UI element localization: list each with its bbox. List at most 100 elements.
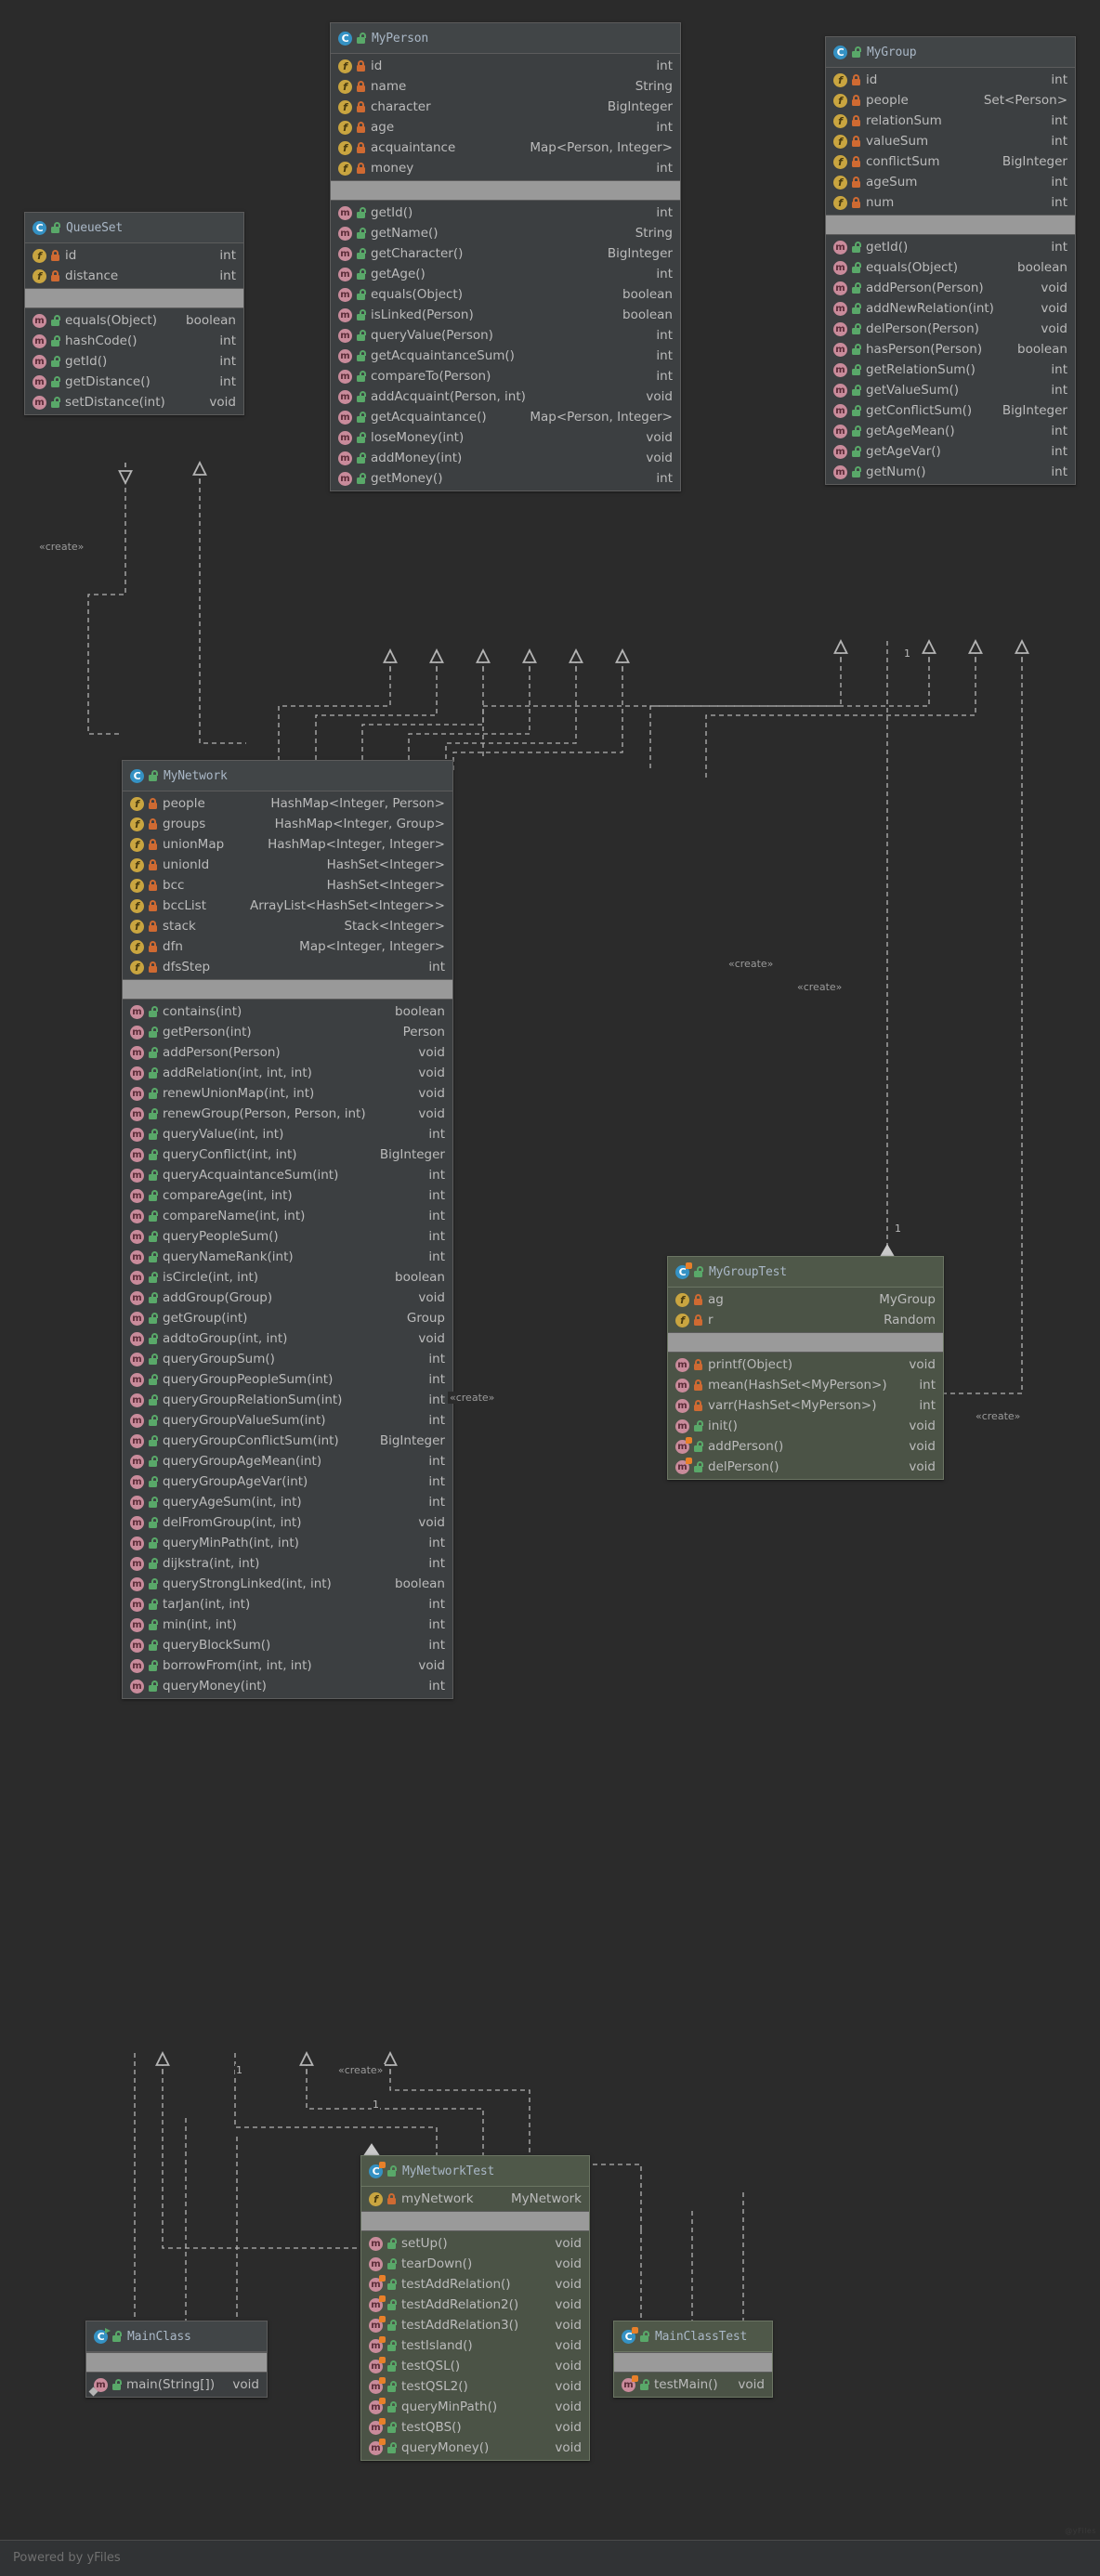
class-header[interactable]: C MainClass: [86, 2321, 267, 2352]
field-row[interactable]: f acquaintance Map<Person, Integer>: [331, 137, 680, 158]
method-row[interactable]: m testAddRelation3() void: [361, 2315, 589, 2335]
class-header[interactable]: C MyGroupTest: [668, 1257, 943, 1288]
method-row[interactable]: m testMain() void: [614, 2374, 772, 2395]
method-row[interactable]: m delFromGroup(int, int) void: [123, 1512, 452, 1533]
class-box-mynetwork[interactable]: C MyNetwork f people HashMap<Integer, Person…: [122, 760, 453, 1699]
method-row[interactable]: m getMoney() int: [331, 468, 680, 489]
field-row[interactable]: f people HashMap<Integer, Person>: [123, 793, 452, 814]
method-row[interactable]: m getAgeVar() int: [826, 441, 1075, 462]
method-row[interactable]: m queryBlockSum() int: [123, 1635, 452, 1655]
field-row[interactable]: f age int: [331, 117, 680, 137]
field-row[interactable]: f num int: [826, 192, 1075, 213]
class-box-queueset[interactable]: C QueueSet f id int f distance int m equals(Objec…: [24, 212, 244, 415]
method-row[interactable]: m addPerson(Person) void: [826, 278, 1075, 298]
method-row[interactable]: m queryNameRank(int) int: [123, 1247, 452, 1267]
method-row[interactable]: m queryGroupSum() int: [123, 1349, 452, 1369]
method-row[interactable]: m renewGroup(Person, Person, int) void: [123, 1104, 452, 1124]
method-row[interactable]: m delPerson() void: [668, 1457, 943, 1477]
method-row[interactable]: m queryAcquaintanceSum(int) int: [123, 1165, 452, 1185]
method-row[interactable]: m queryMinPath(int, int) int: [123, 1533, 452, 1553]
field-row[interactable]: f valueSum int: [826, 131, 1075, 151]
method-row[interactable]: m testIsland() void: [361, 2335, 589, 2356]
class-box-mainclass[interactable]: C MainClass m main(String[]) void: [85, 2321, 268, 2398]
method-row[interactable]: m compareAge(int, int) int: [123, 1185, 452, 1206]
method-row[interactable]: m getCharacter() BigInteger: [331, 243, 680, 264]
method-row[interactable]: m equals(Object) boolean: [826, 257, 1075, 278]
method-row[interactable]: m equals(Object) boolean: [25, 310, 243, 331]
class-header[interactable]: C QueueSet: [25, 213, 243, 243]
method-row[interactable]: m testAddRelation2() void: [361, 2295, 589, 2315]
method-row[interactable]: m testQBS() void: [361, 2417, 589, 2438]
field-row[interactable]: f unionMap HashMap<Integer, Integer>: [123, 834, 452, 855]
method-row[interactable]: m hashCode() int: [25, 331, 243, 351]
method-row[interactable]: m getPerson(int) Person: [123, 1022, 452, 1042]
method-row[interactable]: m queryGroupRelationSum(int) int: [123, 1390, 452, 1410]
method-row[interactable]: m getNum() int: [826, 462, 1075, 482]
method-row[interactable]: m getRelationSum() int: [826, 360, 1075, 380]
method-row[interactable]: m compareName(int, int) int: [123, 1206, 452, 1226]
class-header[interactable]: C MainClassTest: [614, 2321, 772, 2352]
class-box-mynetworktest[interactable]: C MyNetworkTest f myNetwork MyNetwork m setUp(…: [360, 2155, 590, 2461]
method-row[interactable]: m queryValue(int, int) int: [123, 1124, 452, 1144]
method-row[interactable]: m getId() int: [826, 237, 1075, 257]
method-row[interactable]: m mean(HashSet<MyPerson>) int: [668, 1375, 943, 1395]
field-row[interactable]: f dfsStep int: [123, 957, 452, 977]
method-row[interactable]: m getGroup(int) Group: [123, 1308, 452, 1328]
method-row[interactable]: m main(String[]) void: [86, 2374, 267, 2395]
method-row[interactable]: m addNewRelation(int) void: [826, 298, 1075, 319]
method-row[interactable]: m equals(Object) boolean: [331, 284, 680, 305]
method-row[interactable]: m addGroup(Group) void: [123, 1288, 452, 1308]
method-row[interactable]: m queryGroupConflictSum(int) BigInteger: [123, 1431, 452, 1451]
class-header[interactable]: C MyPerson: [331, 23, 680, 54]
method-row[interactable]: m addAcquaint(Person, int) void: [331, 386, 680, 407]
method-row[interactable]: m setUp() void: [361, 2233, 589, 2254]
field-row[interactable]: f groups HashMap<Integer, Group>: [123, 814, 452, 834]
class-box-mygroup[interactable]: C MyGroup f id int f people Set<Person> f relatio…: [825, 36, 1076, 485]
class-header[interactable]: C MyNetworkTest: [361, 2156, 589, 2187]
field-row[interactable]: f conflictSum BigInteger: [826, 151, 1075, 172]
method-row[interactable]: m loseMoney(int) void: [331, 427, 680, 448]
method-row[interactable]: m addMoney(int) void: [331, 448, 680, 468]
method-row[interactable]: m varr(HashSet<MyPerson>) int: [668, 1395, 943, 1416]
field-row[interactable]: f character BigInteger: [331, 97, 680, 117]
class-header[interactable]: C MyGroup: [826, 37, 1075, 68]
method-row[interactable]: m addPerson() void: [668, 1436, 943, 1457]
class-header[interactable]: C MyNetwork: [123, 761, 452, 791]
method-row[interactable]: m testQSL2() void: [361, 2376, 589, 2397]
field-row[interactable]: f id int: [331, 56, 680, 76]
method-row[interactable]: m queryMoney(int) int: [123, 1676, 452, 1696]
field-row[interactable]: f unionId HashSet<Integer>: [123, 855, 452, 875]
field-row[interactable]: f stack Stack<Integer>: [123, 916, 452, 936]
method-row[interactable]: m queryGroupAgeVar(int) int: [123, 1471, 452, 1492]
method-row[interactable]: m setDistance(int) void: [25, 392, 243, 412]
method-row[interactable]: m renewUnionMap(int, int) void: [123, 1083, 452, 1104]
method-row[interactable]: m queryStrongLinked(int, int) boolean: [123, 1574, 452, 1594]
method-row[interactable]: m queryGroupAgeMean(int) int: [123, 1451, 452, 1471]
method-row[interactable]: m testAddRelation() void: [361, 2274, 589, 2295]
field-row[interactable]: f dfn Map<Integer, Integer>: [123, 936, 452, 957]
method-row[interactable]: m getId() int: [331, 203, 680, 223]
method-row[interactable]: m dijkstra(int, int) int: [123, 1553, 452, 1574]
method-row[interactable]: m addtoGroup(int, int) void: [123, 1328, 452, 1349]
method-row[interactable]: m addPerson(Person) void: [123, 1042, 452, 1063]
method-row[interactable]: m getId() int: [25, 351, 243, 372]
method-row[interactable]: m queryAgeSum(int, int) int: [123, 1492, 452, 1512]
method-row[interactable]: m getAgeMean() int: [826, 421, 1075, 441]
class-box-mygrouptest[interactable]: C MyGroupTest f ag MyGroup f r Random m printf(Ob…: [667, 1256, 944, 1480]
method-row[interactable]: m testQSL() void: [361, 2356, 589, 2376]
field-row[interactable]: f ageSum int: [826, 172, 1075, 192]
method-row[interactable]: m compareTo(Person) int: [331, 366, 680, 386]
method-row[interactable]: m queryPeopleSum() int: [123, 1226, 452, 1247]
method-row[interactable]: m isLinked(Person) boolean: [331, 305, 680, 325]
method-row[interactable]: m hasPerson(Person) boolean: [826, 339, 1075, 360]
method-row[interactable]: m addRelation(int, int, int) void: [123, 1063, 452, 1083]
field-row[interactable]: f relationSum int: [826, 111, 1075, 131]
method-row[interactable]: m queryMinPath() void: [361, 2397, 589, 2417]
method-row[interactable]: m getAcquaintanceSum() int: [331, 346, 680, 366]
field-row[interactable]: f bcc HashSet<Integer>: [123, 875, 452, 896]
method-row[interactable]: m queryConflict(int, int) BigInteger: [123, 1144, 452, 1165]
method-row[interactable]: m getConflictSum() BigInteger: [826, 400, 1075, 421]
method-row[interactable]: m queryMoney() void: [361, 2438, 589, 2458]
method-row[interactable]: m tarJan(int, int) int: [123, 1594, 452, 1615]
class-box-mainclasstest[interactable]: C MainClassTest m testMain() void: [613, 2321, 773, 2398]
